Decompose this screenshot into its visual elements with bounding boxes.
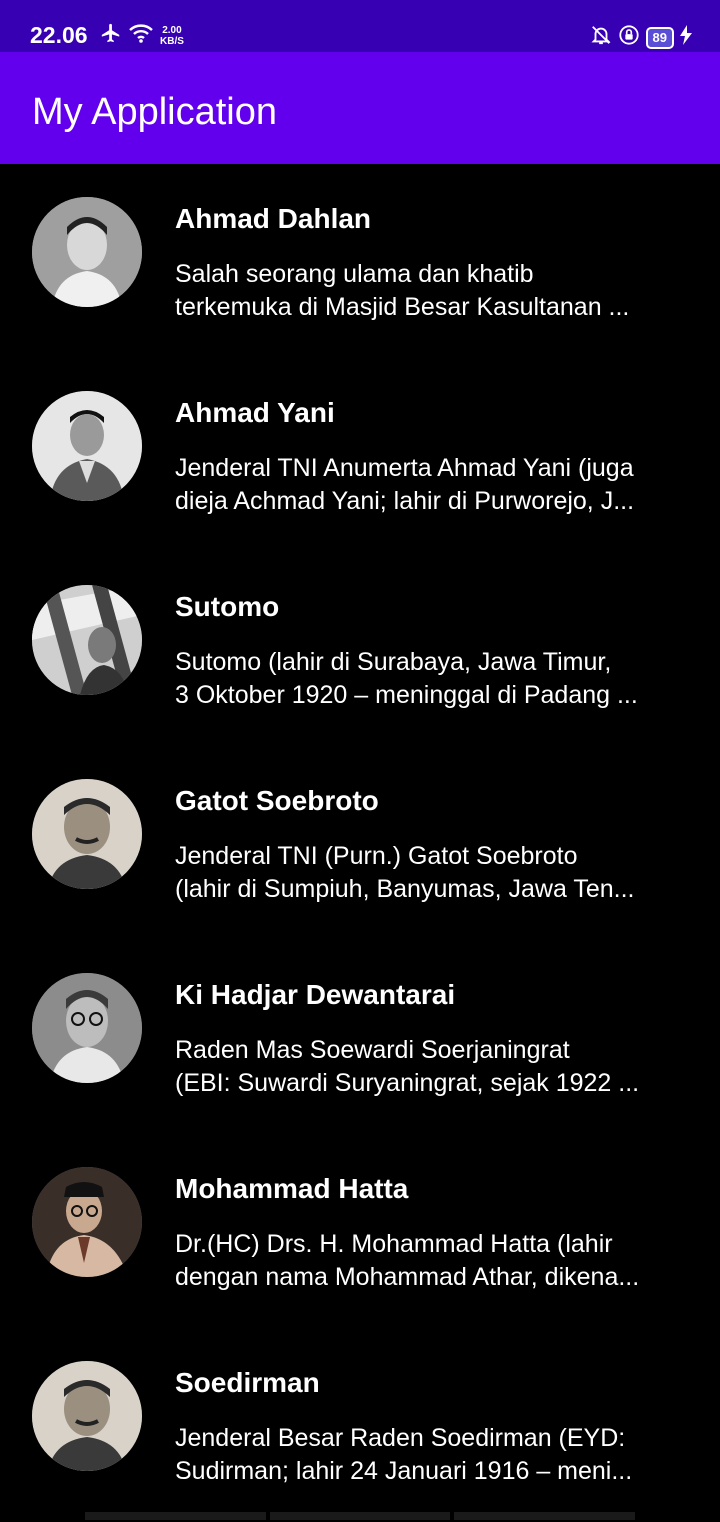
hero-name: Soedirman [175,1367,320,1398]
hero-description-line: 3 Oktober 1920 – meninggal di Padang ... [175,681,638,709]
hero-description: Jenderal TNI Anumerta Ahmad Yani (juga d… [175,452,691,518]
hero-name: Sutomo [175,591,280,622]
hero-name: Ahmad Yani [175,397,335,428]
hero-description-line: Salah seorang ulama dan khatib [175,260,534,288]
hero-name: Ahmad Dahlan [175,203,372,234]
avatar [32,1167,142,1277]
charging-icon [680,25,692,50]
status-right-icons: 89 [590,24,692,51]
hero-description-line: (EBI: Suwardi Suryaningrat, sejak 1922 .… [175,1069,640,1097]
navigation-bar-hint [85,1512,636,1520]
app-title: My Application [32,91,278,133]
list-item[interactable]: Gatot Soebroto Jenderal TNI (Purn.) Gato… [0,746,720,940]
hero-description-line: terkemuka di Masjid Besar Kasultanan ... [175,293,630,321]
hero-description-line: Raden Mas Soewardi Soerjaningrat [175,1036,570,1064]
hero-description-line: Jenderal TNI (Purn.) Gatot Soebroto [175,842,578,870]
net-speed-unit: KB/S [160,35,184,47]
avatar [32,197,142,307]
lock-rotation-icon [618,24,640,51]
hero-description: Raden Mas Soewardi Soerjaningrat (EBI: S… [175,1034,691,1100]
status-left-icons: 2.00 KB/S [100,22,184,49]
status-bar: 22.06 2.00 KB/S 89 [0,0,720,52]
net-speed-value: 2.00 [162,24,182,36]
hero-description: Salah seorang ulama dan khatib terkemuka… [175,258,691,324]
hero-description-line: Jenderal TNI Anumerta Ahmad Yani (juga [175,454,634,482]
nav-segment [85,1512,266,1520]
hero-description-line: dengan nama Mohammad Athar, dikena... [175,1263,640,1291]
net-speed: 2.00 KB/S [160,25,184,47]
hero-name: Ki Hadjar Dewantarai [175,979,456,1010]
list-item[interactable]: Ki Hadjar Dewantarai Raden Mas Soewardi … [0,940,720,1134]
avatar [32,779,142,889]
nav-segment [454,1512,636,1520]
avatar [32,1361,142,1471]
battery-icon: 89 [645,26,674,49]
app-bar: My Application [0,52,720,164]
hero-list[interactable]: Ahmad Dahlan Salah seorang ulama dan kha… [0,164,720,1522]
hero-description: Sutomo (lahir di Surabaya, Jawa Timur, 3… [175,646,691,712]
avatar [32,585,142,695]
hero-description: Jenderal Besar Raden Soedirman (EYD: Sud… [175,1422,691,1488]
hero-name: Mohammad Hatta [175,1173,409,1204]
nav-segment [269,1512,451,1520]
hero-description: Jenderal TNI (Purn.) Gatot Soebroto (lah… [175,840,691,906]
hero-description-line: Sudirman; lahir 24 Januari 1916 – meni..… [175,1457,633,1485]
hero-name: Gatot Soebroto [175,785,379,816]
hero-description-line: Sutomo (lahir di Surabaya, Jawa Timur, [175,648,612,676]
status-time: 22.06 [30,22,88,48]
hero-description: Dr.(HC) Drs. H. Mohammad Hatta (lahir de… [175,1228,691,1294]
hero-description-line: (lahir di Sumpiuh, Banyumas, Jawa Ten... [175,875,635,903]
airplane-icon [100,22,122,49]
avatar [32,973,142,1083]
list-item[interactable]: Mohammad Hatta Dr.(HC) Drs. H. Mohammad … [0,1134,720,1328]
bell-off-icon [590,24,612,51]
hero-description-line: Dr.(HC) Drs. H. Mohammad Hatta (lahir [175,1230,613,1258]
list-item[interactable]: Soedirman Jenderal Besar Raden Soedirman… [0,1328,720,1522]
wifi-icon [128,22,154,49]
hero-description-line: dieja Achmad Yani; lahir di Purworejo, J… [175,487,635,515]
list-item[interactable]: Ahmad Yani Jenderal TNI Anumerta Ahmad Y… [0,358,720,552]
list-item[interactable]: Sutomo Sutomo (lahir di Surabaya, Jawa T… [0,552,720,746]
hero-description-line: Jenderal Besar Raden Soedirman (EYD: [175,1424,626,1452]
avatar [32,391,142,501]
list-item[interactable]: Ahmad Dahlan Salah seorang ulama dan kha… [0,164,720,358]
